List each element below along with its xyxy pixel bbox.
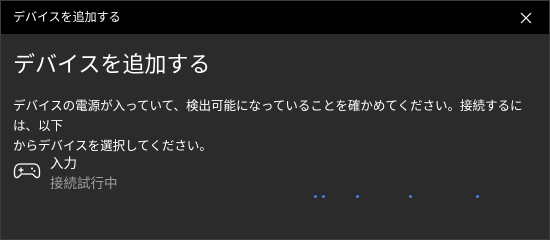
progress-dot (322, 195, 325, 198)
close-icon (520, 12, 532, 23)
gamepad-icon (13, 163, 41, 179)
device-name: 入力 (50, 156, 77, 172)
add-device-dialog: デバイスを追加する デバイスを追加する デバイスの電源が入っていて、検出可能にな… (0, 0, 550, 240)
progress-indicator (1, 195, 549, 203)
progress-dot (409, 195, 412, 198)
close-button[interactable] (503, 1, 549, 34)
title-bar[interactable]: デバイスを追加する (1, 1, 549, 34)
instructions-line-1: デバイスの電源が入っていて、検出可能になっていることを確かめてください。接続する… (13, 98, 523, 133)
progress-dot (476, 195, 479, 198)
page-title: デバイスを追加する (13, 53, 211, 78)
window-title: デバイスを追加する (13, 10, 121, 24)
instructions-text: デバイスの電源が入っていて、検出可能になっていることを確かめてください。接続する… (13, 96, 533, 156)
device-list-item[interactable]: 入力 接続試行中 (1, 151, 549, 201)
progress-dot (356, 195, 359, 198)
device-status: 接続試行中 (50, 176, 118, 192)
progress-dot (314, 195, 317, 198)
